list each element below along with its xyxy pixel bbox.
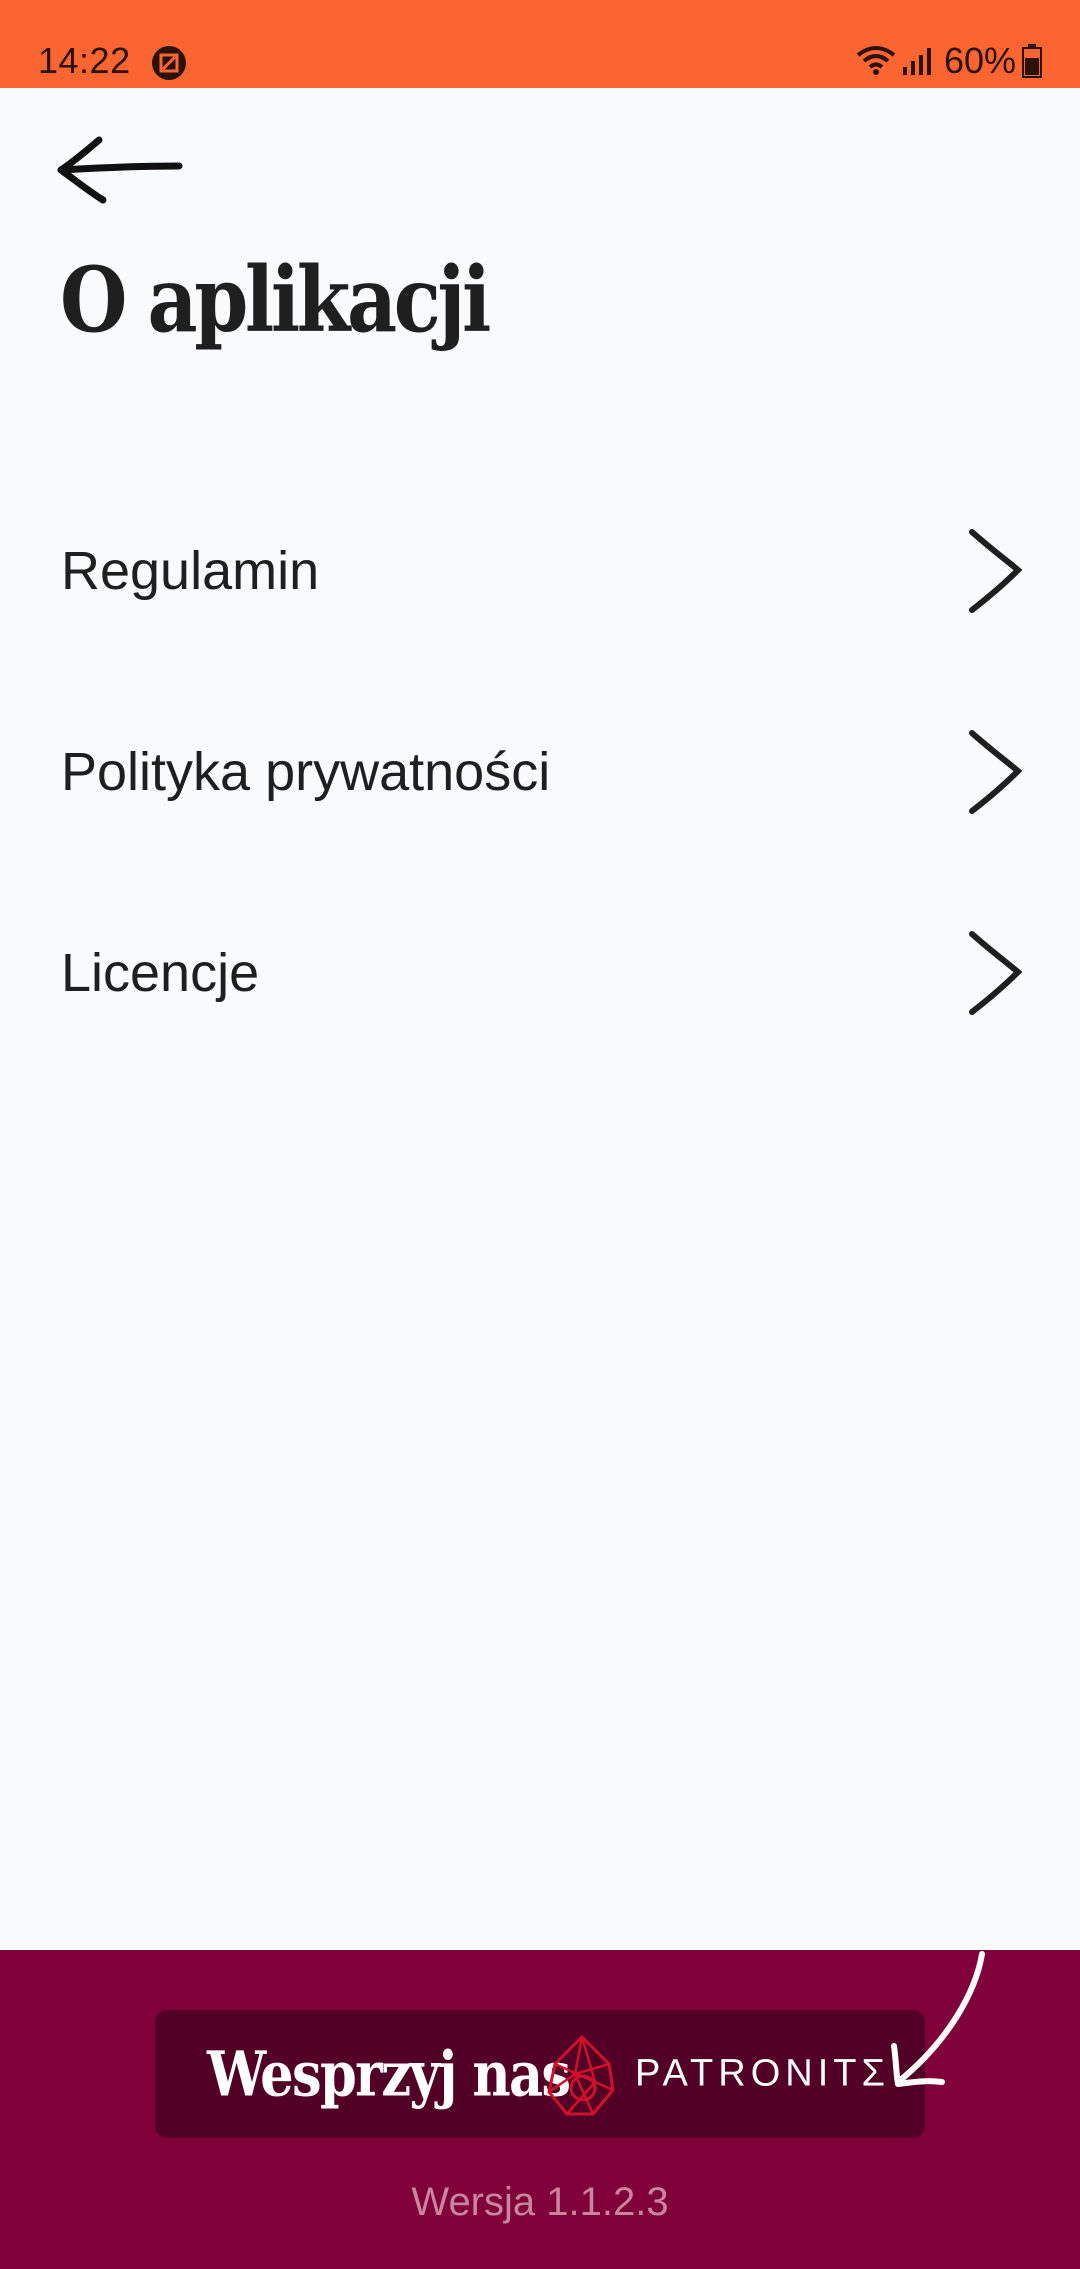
- menu-item-label: Polityka prywatności: [61, 741, 551, 802]
- battery-percent: 60%: [943, 40, 1016, 81]
- screen-record-icon: [152, 46, 186, 80]
- chevron-right-icon: [969, 528, 1022, 613]
- footer: Wesprzyj nas PATRONITΣ Wersja 1.1.2.3: [0, 1950, 1080, 2269]
- app-version: Wersja 1.1.2.3: [411, 2180, 669, 2224]
- wifi-icon: [856, 46, 896, 75]
- signal-icon: [902, 48, 931, 75]
- menu-list: Regulamin Polityka prywatności Licencje: [0, 470, 1080, 1073]
- arrow-left-icon: [57, 136, 183, 204]
- chevron-right-icon: [969, 729, 1022, 814]
- back-button[interactable]: [55, 128, 185, 212]
- menu-item-polityka-prywatnosci[interactable]: Polityka prywatności: [0, 671, 1080, 872]
- menu-item-regulamin[interactable]: Regulamin: [0, 470, 1080, 671]
- arrow-doodle-icon: [891, 1951, 985, 2087]
- status-time: 14:22: [38, 40, 131, 81]
- patronite-logo-icon: [547, 2034, 615, 2116]
- patronite-wordmark: PATRONITΣ: [635, 2052, 890, 2095]
- support-label: Wesprzyj nas: [207, 2037, 571, 2111]
- support-patronite-button[interactable]: Wesprzyj nas PATRONITΣ: [155, 2010, 925, 2138]
- battery-icon: [1022, 44, 1042, 78]
- status-bar: 14:22 60%: [0, 0, 1080, 88]
- menu-item-licencje[interactable]: Licencje: [0, 872, 1080, 1073]
- page-title: O aplikacji: [60, 247, 491, 353]
- chevron-right-icon: [969, 930, 1022, 1015]
- menu-item-label: Licencje: [61, 942, 260, 1003]
- status-icons: 60%: [856, 40, 1042, 82]
- menu-item-label: Regulamin: [61, 540, 320, 601]
